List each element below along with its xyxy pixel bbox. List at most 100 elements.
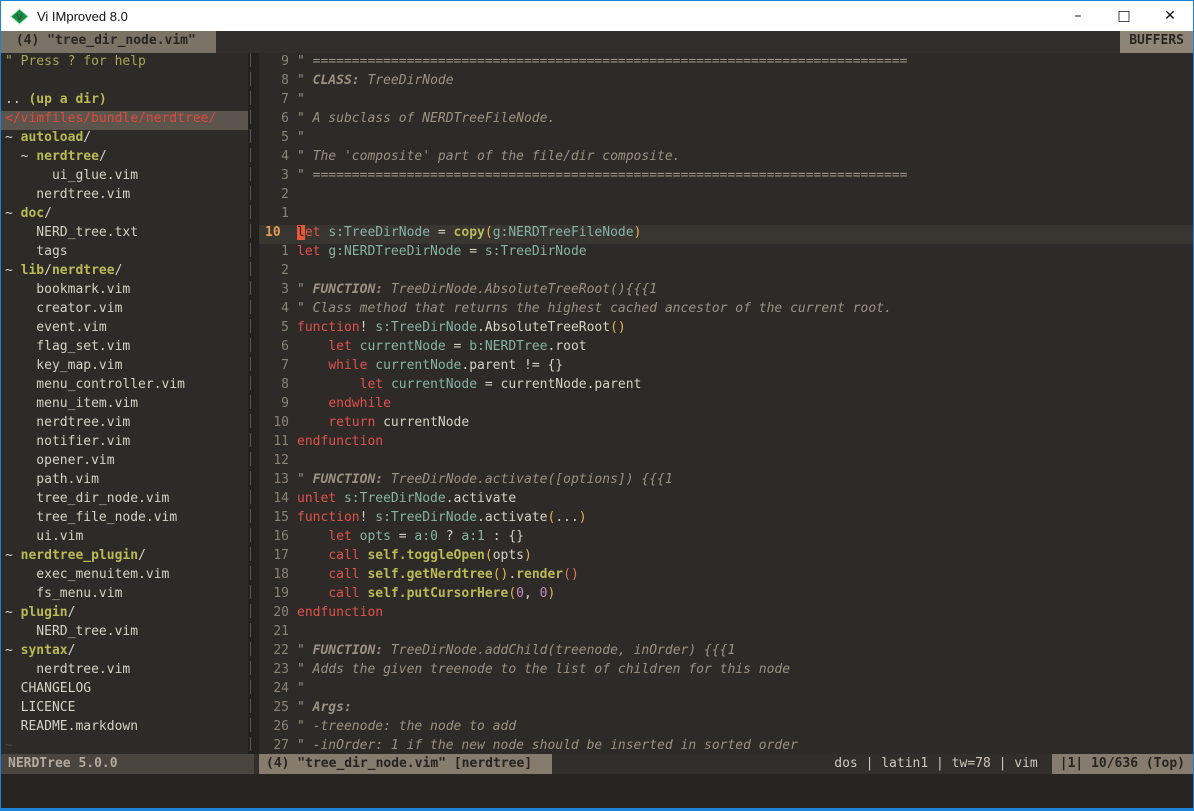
tree-item[interactable]: tree_dir_node.vim xyxy=(1,491,248,510)
tree-item[interactable]: flag_set.vim xyxy=(1,339,248,358)
line-number: 18 xyxy=(265,567,289,582)
tree-item[interactable]: ~ plugin/ xyxy=(1,605,248,624)
tree-item[interactable]: nerdtree.vim xyxy=(1,187,248,206)
code-line[interactable]: 9 endwhile xyxy=(259,396,1193,415)
tree-item[interactable]: fs_menu.vim xyxy=(1,586,248,605)
close-button[interactable]: ✕ xyxy=(1147,1,1193,31)
tree-item[interactable]: tree_file_node.vim xyxy=(1,510,248,529)
line-number: 26 xyxy=(265,719,289,734)
tree-item[interactable]: LICENCE xyxy=(1,700,248,719)
code-line[interactable]: 6" A subclass of NERDTreeFileNode. xyxy=(259,111,1193,130)
tree-item[interactable]: ui.vim xyxy=(1,529,248,548)
tree-item[interactable]: creator.vim xyxy=(1,301,248,320)
code-line[interactable]: 15function! s:TreeDirNode.activate(...) xyxy=(259,510,1193,529)
tree-item[interactable]: CHANGELOG xyxy=(1,681,248,700)
code-line-cursor[interactable]: 10let s:TreeDirNode = copy(g:NERDTreeFil… xyxy=(259,225,1193,244)
code-line[interactable]: 4" Class method that returns the highest… xyxy=(259,301,1193,320)
window-split-separator[interactable] xyxy=(248,53,259,754)
code-line[interactable]: 19 call self.putCursorHere(0, 0) xyxy=(259,586,1193,605)
tree-item[interactable]: ~ autoload/ xyxy=(1,130,248,149)
tree-item[interactable]: ~ lib/nerdtree/ xyxy=(1,263,248,282)
line-number: 15 xyxy=(265,510,289,525)
token-txt: .root xyxy=(547,339,586,354)
command-line[interactable] xyxy=(1,774,1193,808)
code-line[interactable]: 22" FUNCTION: TreeDirNode.addChild(treen… xyxy=(259,643,1193,662)
token-comb: Args: xyxy=(313,700,352,715)
code-line[interactable]: 7 while currentNode.parent != {} xyxy=(259,358,1193,377)
token-par: ) xyxy=(547,586,555,601)
tree-item[interactable]: .. (up a dir) xyxy=(1,92,248,111)
tab-tree-dir-node[interactable]: (4) "tree_dir_node.vim" xyxy=(1,31,216,53)
code-line[interactable]: 3" =====================================… xyxy=(259,168,1193,187)
token-kw: let xyxy=(360,377,391,392)
code-line[interactable]: 8 let currentNode = currentNode.parent xyxy=(259,377,1193,396)
tree-root-path[interactable]: </vimfiles/bundle/nerdtree/ xyxy=(1,111,248,130)
tree-item[interactable]: NERD_tree.vim xyxy=(1,624,248,643)
tree-item[interactable]: ~ xyxy=(1,738,248,754)
code-line[interactable]: 11endfunction xyxy=(259,434,1193,453)
code-line[interactable]: 10 return currentNode xyxy=(259,415,1193,434)
line-number: 4 xyxy=(265,149,289,164)
code-line[interactable]: 23" Adds the given treenode to the list … xyxy=(259,662,1193,681)
code-line[interactable]: 2 xyxy=(259,187,1193,206)
code-line[interactable]: 18 call self.getNerdtree().render() xyxy=(259,567,1193,586)
tree-item[interactable]: ~ nerdtree_plugin/ xyxy=(1,548,248,567)
code-line[interactable]: 3" FUNCTION: TreeDirNode.AbsoluteTreeRoo… xyxy=(259,282,1193,301)
token-txt: .activate xyxy=(477,510,547,525)
token-kw: function xyxy=(297,510,360,525)
maximize-button[interactable]: □ xyxy=(1101,1,1147,31)
tree-item[interactable]: notifier.vim xyxy=(1,434,248,453)
code-line[interactable]: 1 xyxy=(259,206,1193,225)
line-number: 6 xyxy=(265,339,289,354)
line-number: 22 xyxy=(265,643,289,658)
tree-item[interactable]: key_map.vim xyxy=(1,358,248,377)
code-line[interactable]: 21 xyxy=(259,624,1193,643)
code-line[interactable]: 5" xyxy=(259,130,1193,149)
minimize-button[interactable]: – xyxy=(1055,1,1101,31)
tree-item[interactable]: opener.vim xyxy=(1,453,248,472)
code-line[interactable]: 9" =====================================… xyxy=(259,54,1193,73)
statusline-nerdtree-version: NERDTree 5.0.0 xyxy=(1,754,254,774)
tree-item[interactable]: path.vim xyxy=(1,472,248,491)
tree-item[interactable]: nerdtree.vim xyxy=(1,415,248,434)
code-line[interactable]: 25" Args: xyxy=(259,700,1193,719)
code-line[interactable]: 16 let opts = a:0 ? a:1 : {} xyxy=(259,529,1193,548)
tree-item[interactable]: NERD_tree.txt xyxy=(1,225,248,244)
code-line[interactable]: 8" CLASS: TreeDirNode xyxy=(259,73,1193,92)
token-id: s:TreeDirNode xyxy=(375,510,477,525)
code-line[interactable]: 7" xyxy=(259,92,1193,111)
tree-item[interactable]: ui_glue.vim xyxy=(1,168,248,187)
code-line[interactable]: 12 xyxy=(259,453,1193,472)
code-line[interactable]: 5function! s:TreeDirNode.AbsoluteTreeRoo… xyxy=(259,320,1193,339)
code-line[interactable]: 14unlet s:TreeDirNode.activate xyxy=(259,491,1193,510)
tree-item[interactable]: menu_item.vim xyxy=(1,396,248,415)
tree-item[interactable]: event.vim xyxy=(1,320,248,339)
tree-item[interactable]: tags xyxy=(1,244,248,263)
token-txt: key_map.vim xyxy=(5,358,122,373)
code-line[interactable]: 6 let currentNode = b:NERDTree.root xyxy=(259,339,1193,358)
code-line[interactable]: 1let g:NERDTreeDirNode = s:TreeDirNode xyxy=(259,244,1193,263)
tree-item[interactable]: ~ syntax/ xyxy=(1,643,248,662)
tree-item[interactable]: README.markdown xyxy=(1,719,248,738)
code-line[interactable]: 27" -inOrder: 1 if the new node should b… xyxy=(259,738,1193,754)
code-line[interactable]: 26" -treenode: the node to add xyxy=(259,719,1193,738)
tree-item[interactable]: exec_menuitem.vim xyxy=(1,567,248,586)
line-number: 8 xyxy=(265,73,289,88)
tree-item[interactable]: nerdtree.vim xyxy=(1,662,248,681)
code-line[interactable]: 20endfunction xyxy=(259,605,1193,624)
token-dir: nerdtree xyxy=(36,149,99,164)
code-line[interactable]: 13" FUNCTION: TreeDirNode.activate([opti… xyxy=(259,472,1193,491)
tree-item[interactable]: ~ nerdtree/ xyxy=(1,149,248,168)
code-line[interactable]: 4" The 'composite' part of the file/dir … xyxy=(259,149,1193,168)
code-line[interactable]: 17 call self.toggleOpen(opts) xyxy=(259,548,1193,567)
tree-item[interactable]: menu_controller.vim xyxy=(1,377,248,396)
code-line[interactable]: 2 xyxy=(259,263,1193,282)
tree-item[interactable]: " Press ? for help xyxy=(1,54,248,73)
tree-item[interactable]: bookmark.vim xyxy=(1,282,248,301)
line-number: 27 xyxy=(265,738,289,753)
code-line[interactable]: 24" xyxy=(259,681,1193,700)
token-txt: CHANGELOG xyxy=(5,681,91,696)
line-number: 3 xyxy=(265,168,289,183)
token-comb: FUNCTION: xyxy=(313,282,383,297)
tree-item[interactable]: ~ doc/ xyxy=(1,206,248,225)
